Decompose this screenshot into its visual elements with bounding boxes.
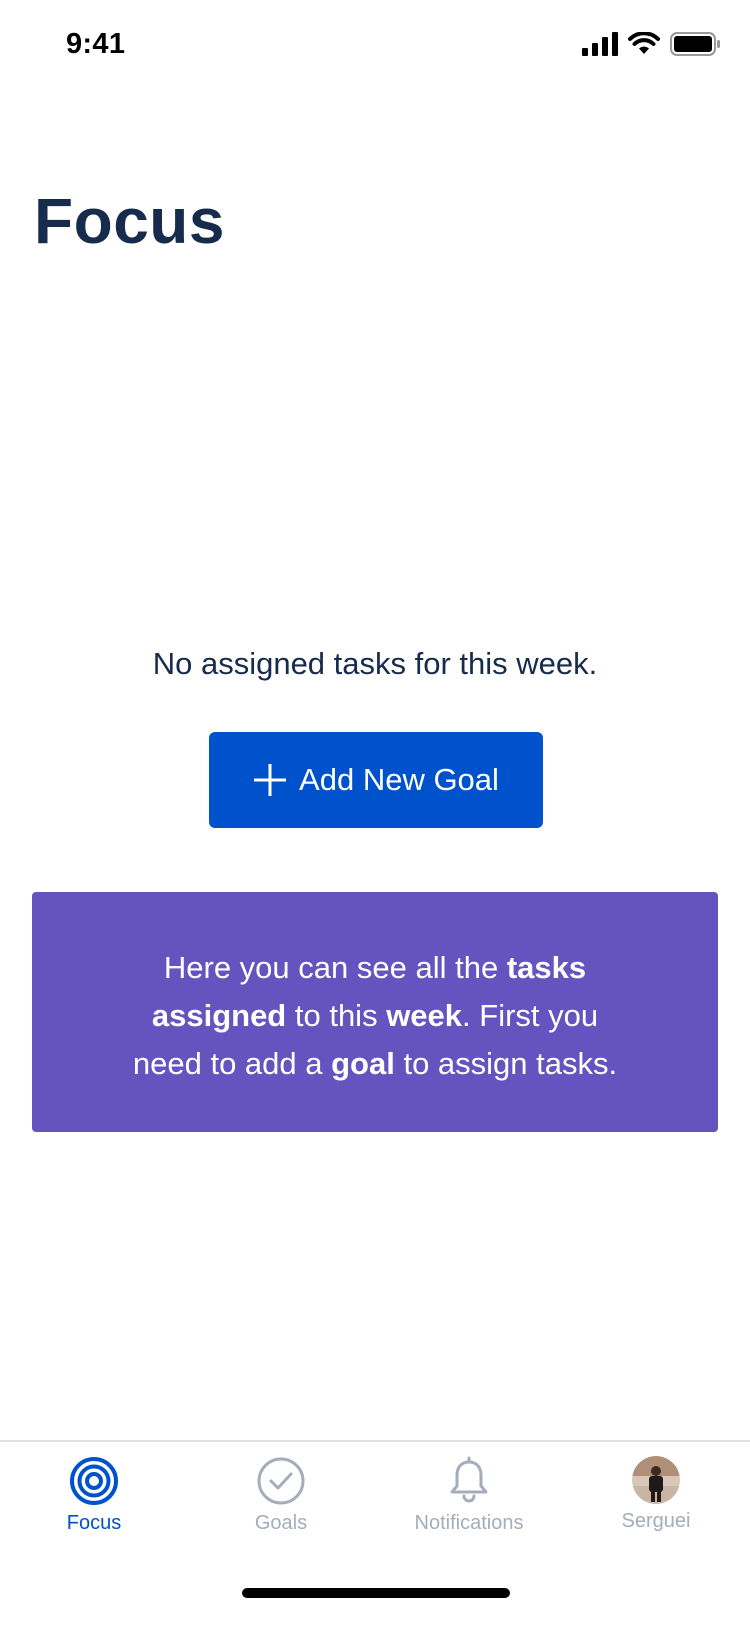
home-indicator[interactable] — [242, 1588, 510, 1598]
info-card: Here you can see all the tasks assigned … — [32, 892, 718, 1132]
empty-state-message: No assigned tasks for this week. — [152, 646, 598, 681]
page-title: Focus — [34, 185, 225, 257]
tab-label: Notifications — [414, 1512, 524, 1534]
tab-bar: Focus Goals Notifications Serguei — [0, 1440, 750, 1626]
tab-notifications[interactable]: Notifications — [375, 1456, 563, 1548]
target-icon — [70, 1457, 118, 1505]
wifi-icon — [628, 32, 660, 54]
info-text: Here you can see all the — [163, 950, 507, 985]
battery-icon — [670, 32, 720, 56]
status-bar: 9:41 — [0, 0, 750, 94]
info-text-bold: goal — [331, 1046, 395, 1081]
info-text: to assign tasks. — [394, 1046, 618, 1081]
tab-label: Serguei — [621, 1510, 691, 1532]
tab-goals[interactable]: Goals — [187, 1456, 375, 1548]
info-text: . First you — [462, 998, 599, 1033]
avatar — [632, 1456, 680, 1504]
plus-icon — [254, 764, 287, 796]
tab-label: Focus — [66, 1512, 122, 1534]
status-icons — [582, 32, 720, 56]
add-new-goal-button[interactable]: Add New Goal — [209, 732, 543, 828]
info-text: need to add a — [132, 1046, 332, 1081]
tab-profile[interactable]: Serguei — [562, 1456, 750, 1548]
info-text: to this — [286, 998, 387, 1033]
info-text-bold: assigned — [151, 998, 287, 1033]
info-text-bold: week — [386, 998, 463, 1033]
status-time: 9:41 — [66, 28, 126, 60]
bell-icon — [450, 1456, 488, 1503]
tab-label: Goals — [254, 1512, 308, 1534]
add-new-goal-label: Add New Goal — [299, 762, 499, 797]
tab-focus[interactable]: Focus — [0, 1456, 188, 1548]
cellular-signal-icon — [582, 32, 618, 56]
info-text-bold: tasks — [506, 950, 587, 985]
check-circle-icon — [257, 1457, 305, 1505]
